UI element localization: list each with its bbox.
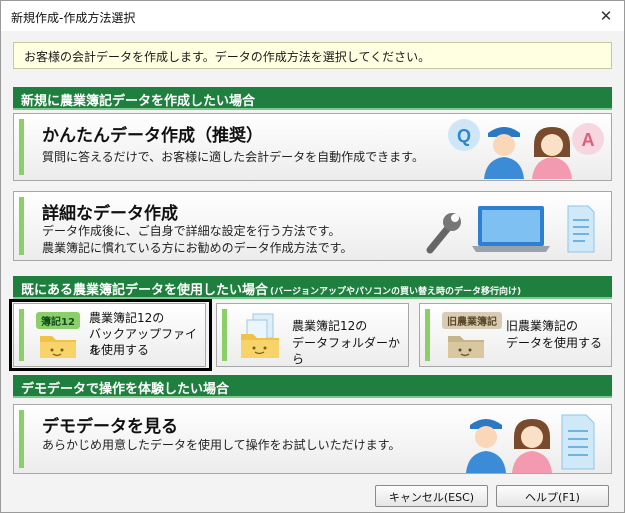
- card-accent-bar: [19, 197, 24, 255]
- svg-text:A: A: [582, 130, 595, 150]
- old-version-data-button[interactable]: 旧農業簿記 旧農業簿記の データを使用する: [419, 303, 612, 367]
- old-folder-icon: [448, 336, 484, 358]
- easy-create-desc: 質問に答えるだけで、お客様に適した会計データを自動作成できます。: [42, 150, 424, 164]
- section-header-new: 新規に農業簿記データを作成したい場合: [13, 87, 612, 110]
- view-demo-data-button[interactable]: デモデータを見る あらかじめ用意したデータを使用して操作をお試しいただけます。: [13, 404, 612, 474]
- old-version-badge: 旧農業簿記: [442, 312, 502, 329]
- easy-create-title: かんたんデータ作成（推奨）: [42, 126, 263, 146]
- svg-text:Q: Q: [457, 126, 471, 146]
- detailed-create-title: 詳細なデータ作成: [42, 204, 178, 224]
- section-subtitle-existing: (バージョンアップやパソコンの買い替え時のデータ移行向け): [270, 287, 522, 297]
- data-folder-button[interactable]: 農業簿記12の データフォルダーから: [216, 303, 409, 367]
- easy-create-button[interactable]: かんたんデータ作成（推奨） 質問に答えるだけで、お客様に適した会計データを自動作…: [13, 113, 612, 181]
- qa-people-illustration-icon: Q A: [448, 119, 604, 179]
- section-title-demo: デモデータで操作を体験したい場合: [21, 382, 230, 397]
- window-title: 新規作成-作成方法選択: [11, 11, 136, 25]
- card-accent-bar: [19, 119, 24, 175]
- folder-icon: [40, 336, 76, 358]
- backup-file-button[interactable]: 簿記12 農業簿記12の バックアップファイル を使用する: [13, 303, 206, 367]
- card-accent-bar: [19, 309, 24, 361]
- backup-label-1: 農業簿記12の: [89, 311, 165, 325]
- section-header-demo: デモデータで操作を体験したい場合: [13, 375, 612, 398]
- section-title-new: 新規に農業簿記データを作成したい場合: [21, 94, 256, 109]
- dialog-window: 新規作成-作成方法選択 ✕ お客様の会計データを作成します。データの作成方法を選…: [0, 0, 625, 513]
- people-document-illustration-icon: [466, 414, 595, 473]
- wrench-laptop-document-icon: [426, 205, 595, 254]
- demo-data-desc: あらかじめ用意したデータを使用して操作をお試しいただけます。: [42, 438, 401, 452]
- card-accent-bar: [222, 309, 227, 361]
- section-title-existing: 既にある農業簿記データを使用したい場合: [21, 283, 269, 298]
- old-label-1: 旧農業簿記の: [506, 319, 579, 333]
- help-button[interactable]: ヘルプ(F1): [496, 485, 609, 507]
- demo-data-title: デモデータを見る: [42, 417, 178, 437]
- detailed-create-button[interactable]: 詳細なデータ作成 データ作成後に、ご自身で詳細な設定を行う方法です。 農業簿記に…: [13, 191, 612, 261]
- detailed-create-desc-1: データ作成後に、ご自身で詳細な設定を行う方法です。: [42, 224, 341, 238]
- cancel-button[interactable]: キャンセル(ESC): [375, 485, 488, 507]
- version-badge: 簿記12: [36, 312, 80, 329]
- title-bar: 新規作成-作成方法選択 ✕: [1, 1, 624, 31]
- detailed-create-desc-2: 農業簿記に慣れている方にお勧めのデータ作成方法です。: [42, 241, 353, 255]
- instruction-notice: お客様の会計データを作成します。データの作成方法を選択してください。: [13, 42, 612, 69]
- section-header-existing: 既にある農業簿記データを使用したい場合 (バージョンアップやパソコンの買い替え時の…: [13, 276, 612, 299]
- folder-with-documents-icon: [241, 313, 279, 358]
- backup-label-3: を使用する: [89, 343, 150, 357]
- folder-label-1: 農業簿記12の: [292, 319, 368, 333]
- folder-label-2: データフォルダーから: [292, 336, 401, 366]
- close-icon[interactable]: ✕: [594, 4, 618, 28]
- card-accent-bar: [425, 309, 430, 361]
- card-accent-bar: [19, 410, 24, 468]
- old-label-2: データを使用する: [506, 336, 603, 350]
